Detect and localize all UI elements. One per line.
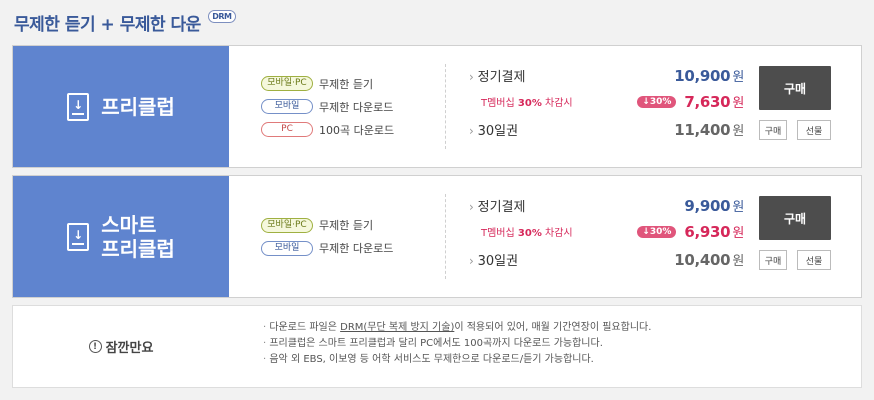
price-amount: 10,900 원 — [674, 67, 744, 85]
price-label: 30일권 — [469, 120, 518, 139]
notice-item: 음악 외 EBS, 이보영 등 어학 서비스도 무제한으로 다운로드/듣기 가능… — [263, 352, 651, 368]
feature-text: 무제한 듣기 — [319, 219, 374, 232]
member-price-row: T멤버십 30% 차감시 ↓30% 7,630 원 — [469, 92, 744, 111]
drm-link[interactable]: DRM(무단 복제 방지 기술) — [340, 322, 454, 333]
gift-button[interactable]: 선물 — [797, 120, 831, 140]
platform-tag: 모바일·PC — [261, 76, 313, 91]
price-label: 정기결제 — [469, 196, 526, 215]
plan-header-smart-freeclub: ↓ 스마트 프리클럽 — [13, 176, 229, 297]
feature-item: PC 100곡 다운로드 — [261, 122, 394, 138]
price-label: 30일권 — [469, 250, 518, 269]
plan-header-freeclub: ↓ 프리클럽 — [13, 46, 229, 167]
feature-text: 100곡 다운로드 — [319, 123, 395, 137]
platform-tag: PC — [261, 122, 313, 137]
subscribe-buy-button[interactable]: 구매 — [759, 66, 831, 110]
discount-badge: ↓30% — [637, 95, 677, 108]
page-title-text: 무제한 듣기 + 무제한 다운 — [14, 15, 201, 35]
feature-text: 무제한 다운로드 — [319, 242, 394, 255]
download-icon: ↓ — [67, 222, 90, 251]
feature-item: 모바일·PC 무제한 듣기 — [261, 217, 393, 233]
feature-list: 모바일·PC 무제한 듣기 모바일 무제한 다운로드 — [261, 176, 393, 297]
feature-list: 모바일·PC 무제한 듣기 모바일 무제한 다운로드 PC 100곡 다운로드 — [261, 46, 394, 167]
info-icon: ! — [88, 340, 102, 353]
plan-name: 스마트 프리클럽 — [101, 212, 175, 261]
feature-item: 모바일 무제한 다운로드 — [261, 240, 393, 256]
notice-item: 다운로드 파일은 DRM(무단 복제 방지 기술)이 적용되어 있어, 매월 기… — [263, 320, 651, 336]
drm-badge: DRM — [208, 10, 236, 23]
download-icon: ↓ — [67, 92, 90, 121]
platform-tag: 모바일·PC — [261, 217, 313, 233]
member-price-amount: 6,930 원 — [684, 223, 744, 241]
subscribe-buy-button[interactable]: 구매 — [759, 196, 831, 240]
notice-box: ! 잠깐만요 다운로드 파일은 DRM(무단 복제 방지 기술)이 적용되어 있… — [12, 305, 862, 388]
plan-card-freeclub: ↓ 프리클럽 모바일·PC 무제한 듣기 모바일 무제한 다운로드 PC 100… — [12, 45, 862, 168]
feature-item: 모바일 무제한 다운로드 — [261, 99, 394, 115]
notice-title: 잠깐만요 — [105, 341, 154, 356]
notice-list: 다운로드 파일은 DRM(무단 복제 방지 기술)이 적용되어 있어, 매월 기… — [263, 320, 651, 368]
member-price-amount: 7,630 원 — [684, 93, 744, 111]
member-discount-text: T멤버십 30% 차감시 — [481, 228, 573, 239]
price-amount: 10,400 원 — [674, 251, 744, 269]
divider — [445, 64, 446, 149]
regular-price-row: 정기결제 9,900원 — [469, 196, 745, 215]
price-amount: 9,900 원 — [684, 197, 744, 215]
member-price-row: T멤버십 30% 차감시 ↓30% 6,930 원 — [469, 222, 744, 241]
regular-price-row: 정기결제 10,900원 — [469, 66, 745, 85]
notice-heading: ! 잠깐만요 — [13, 306, 229, 387]
gift-button[interactable]: 선물 — [797, 250, 831, 270]
platform-tag: 모바일 — [261, 99, 313, 114]
member-discount-text: T멤버십 30% 차감시 — [481, 98, 573, 109]
feature-text: 무제한 듣기 — [319, 77, 374, 91]
feature-item: 모바일·PC 무제한 듣기 — [261, 76, 394, 92]
discount-badge: ↓30% — [637, 225, 677, 238]
plan-card-smart-freeclub: ↓ 스마트 프리클럽 모바일·PC 무제한 듣기 모바일 무제한 다운로드 정기… — [12, 175, 862, 298]
buy-30day-button[interactable]: 구매 — [759, 120, 787, 140]
30day-price-row: 30일권 11,400원 — [469, 120, 745, 139]
price-amount: 11,400 원 — [674, 121, 744, 139]
price-label: 정기결제 — [469, 66, 526, 85]
notice-item: 프리클럽은 스마트 프리클럽과 달리 PC에서도 100곡까지 다운로드 가능합… — [263, 336, 651, 352]
plan-name: 프리클럽 — [101, 94, 175, 119]
feature-text: 무제한 다운로드 — [319, 100, 394, 114]
platform-tag: 모바일 — [261, 240, 313, 256]
30day-price-row: 30일권 10,400원 — [469, 250, 745, 269]
divider — [445, 194, 446, 279]
page-title: 무제한 듣기 + 무제한 다운 DRM — [14, 10, 236, 35]
buy-30day-button[interactable]: 구매 — [759, 250, 787, 270]
